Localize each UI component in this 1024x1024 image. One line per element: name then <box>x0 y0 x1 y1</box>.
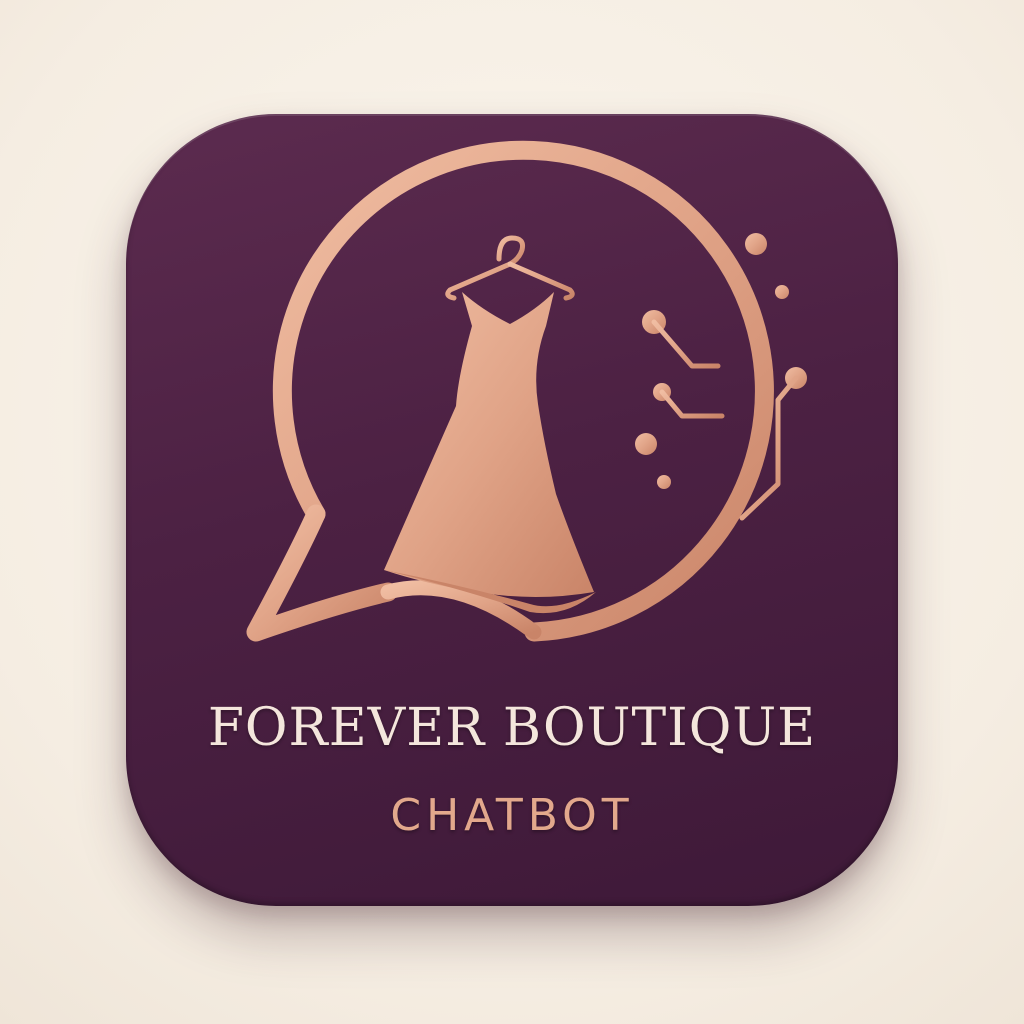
app-subtitle: CHATBOT <box>390 790 634 841</box>
dress-icon <box>384 292 596 614</box>
logo-emblem <box>246 140 807 642</box>
circuit-nodes-icon <box>635 233 807 521</box>
app-title: FOREVER BOUTIQUE <box>207 698 817 758</box>
app-icon-tile[interactable]: FOREVER BOUTIQUE CHATBOT <box>126 114 898 906</box>
hanger-icon <box>445 235 575 301</box>
canvas: FOREVER BOUTIQUE CHATBOT <box>0 0 1024 1024</box>
